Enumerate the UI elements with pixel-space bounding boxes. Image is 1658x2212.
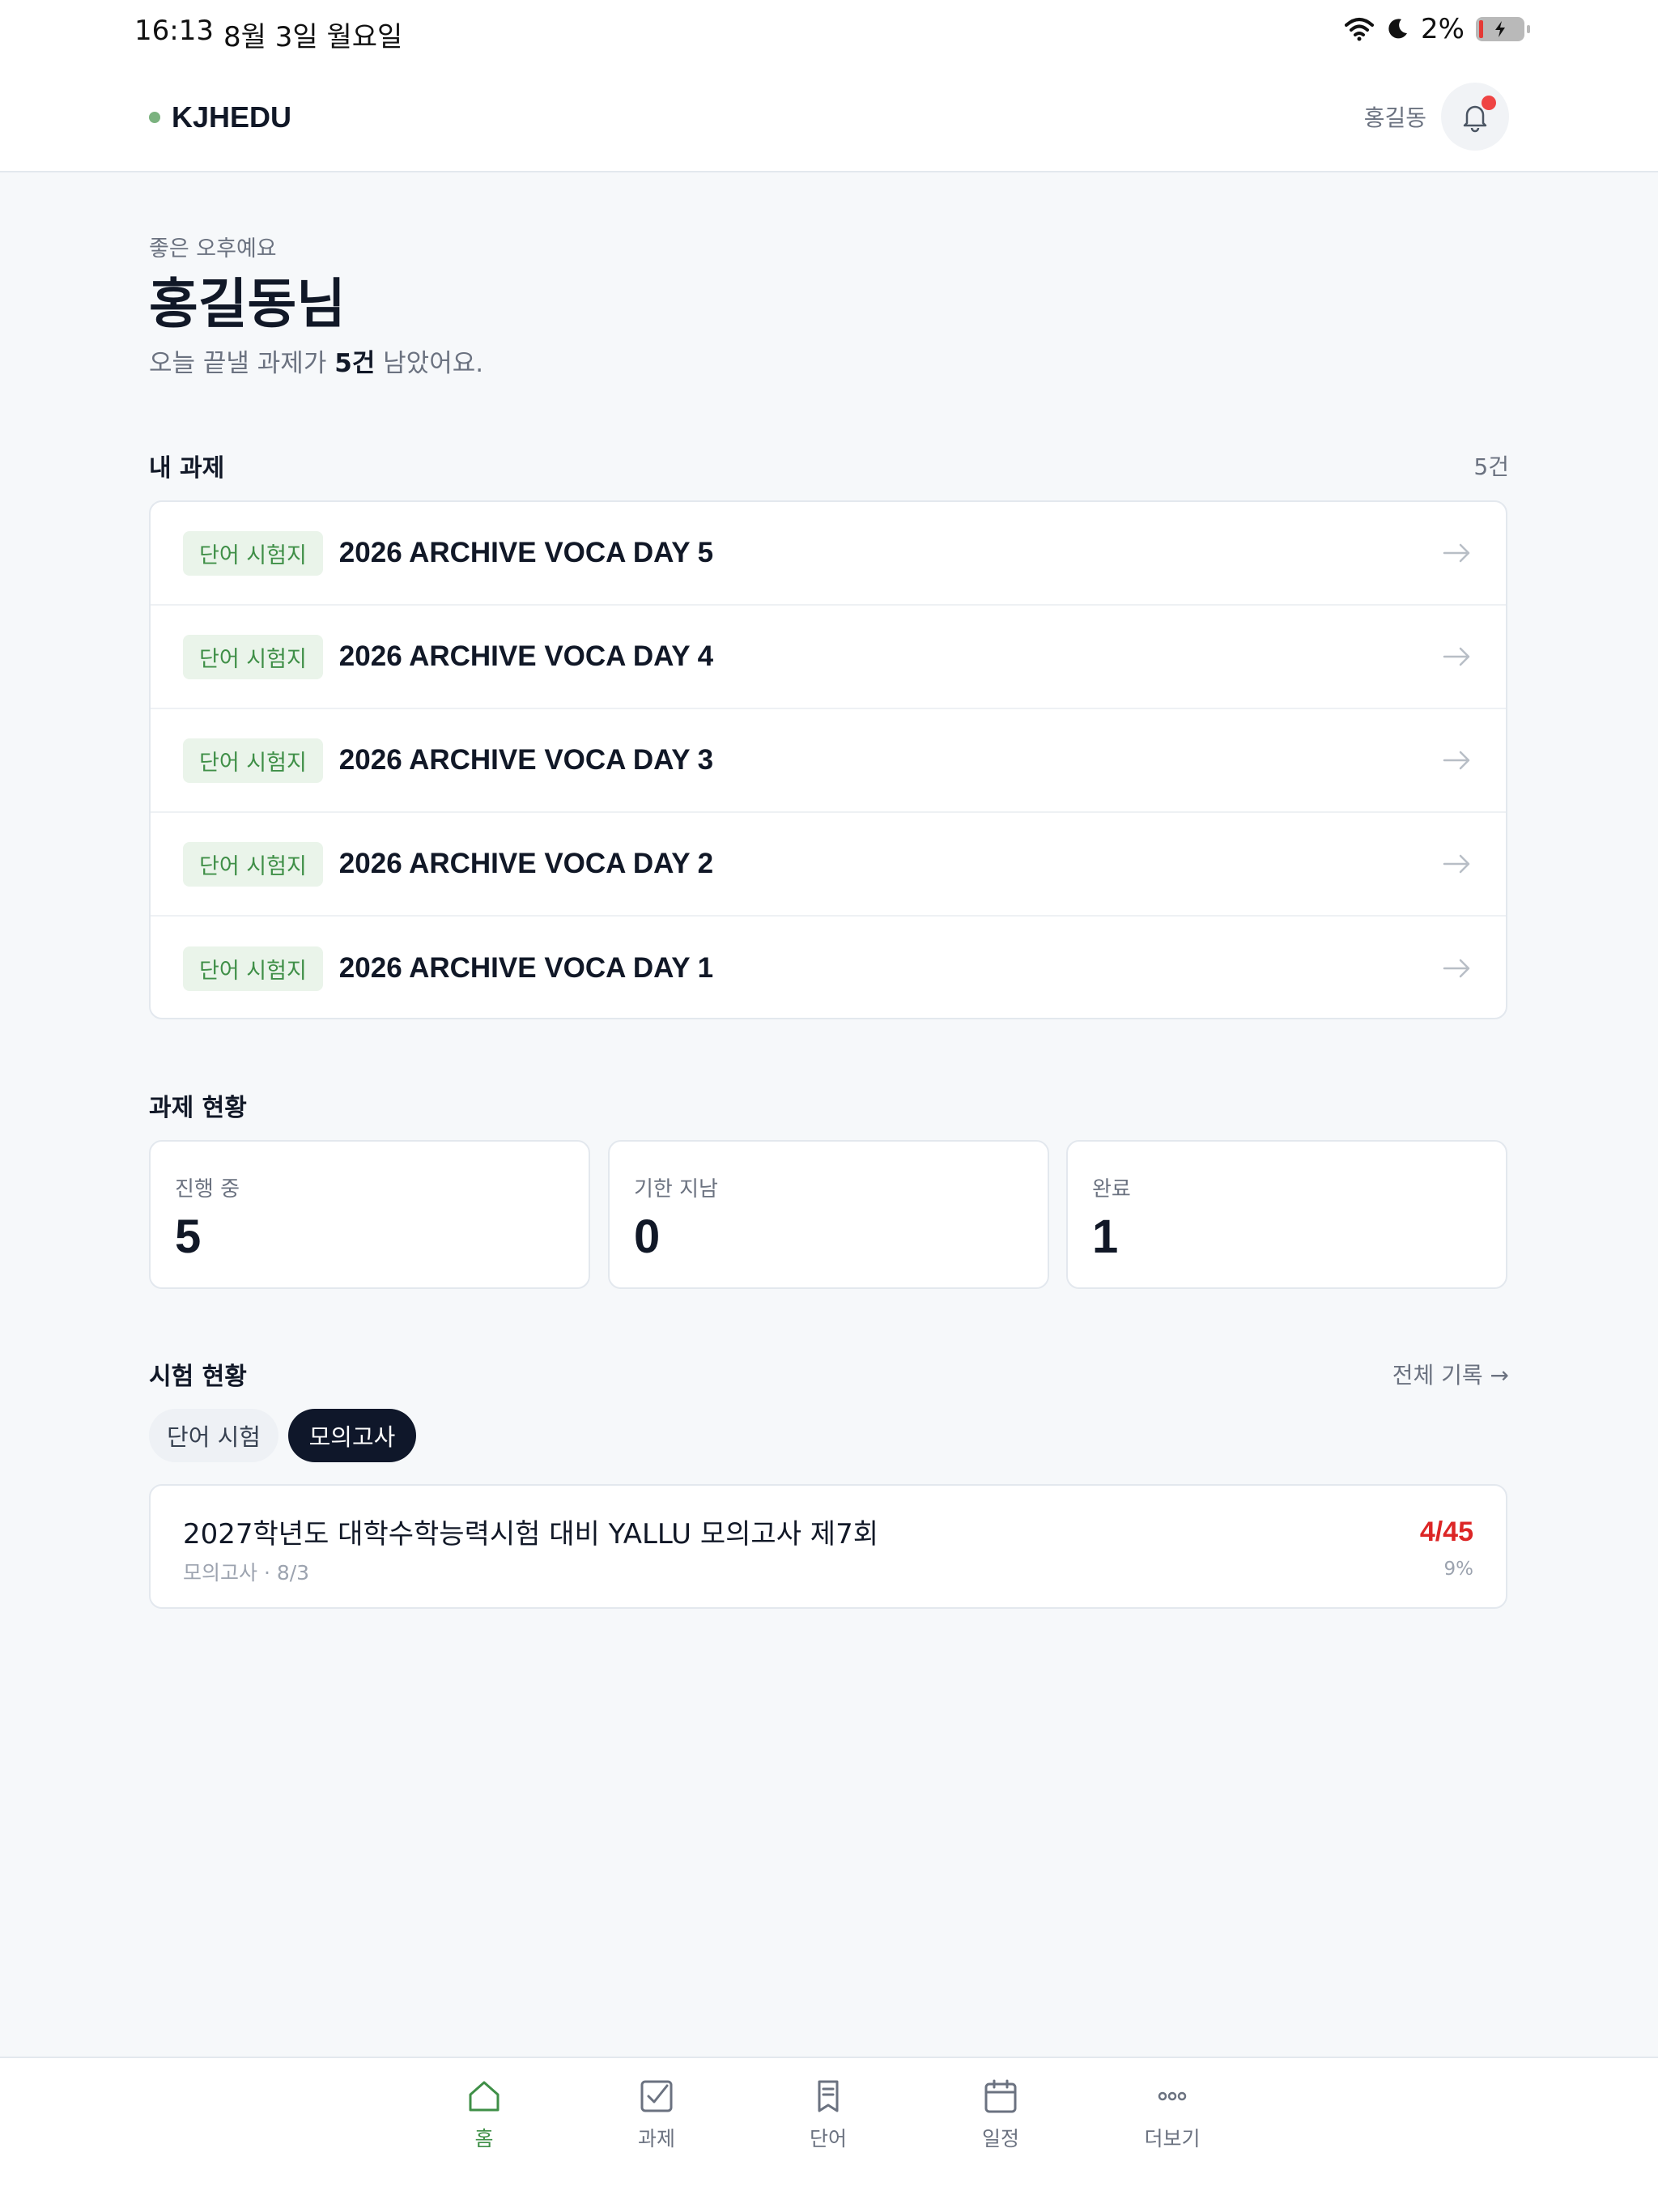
stat-value: 1 (1092, 1210, 1119, 1263)
task-item[interactable]: 단어 시험지 2026 ARCHIVE VOCA DAY 5 (151, 502, 1506, 606)
stat-label: 진행 중 (175, 1177, 240, 1202)
arrow-right-icon (1443, 854, 1470, 874)
greeting-subtitle: 좋은 오후예요 (149, 236, 277, 262)
task-list: 단어 시험지 2026 ARCHIVE VOCA DAY 5 단어 시험지 20… (149, 500, 1507, 1019)
task-item[interactable]: 단어 시험지 2026 ARCHIVE VOCA DAY 3 (151, 709, 1506, 813)
exam-status-title: 시험 현황 (149, 1363, 247, 1391)
exam-meta: 모의고사 · 8/3 (183, 1561, 310, 1585)
tab-label: 과제 (637, 2127, 675, 2150)
tab-label: 홈 (474, 2127, 494, 2150)
tab-vocab-exam[interactable]: 단어 시험 (149, 1409, 278, 1462)
task-item[interactable]: 단어 시험지 2026 ARCHIVE VOCA DAY 2 (151, 813, 1506, 917)
task-status-title: 과제 현황 (149, 1094, 247, 1122)
exam-percent: 9% (1443, 1559, 1474, 1580)
task-tag: 단어 시험지 (183, 738, 323, 783)
task-item[interactable]: 단어 시험지 2026 ARCHIVE VOCA DAY 1 (151, 917, 1506, 1018)
moon-icon (1388, 19, 1408, 39)
task-tag: 단어 시험지 (183, 841, 323, 887)
tasks-count: 5건 (1473, 453, 1509, 480)
bookmark-icon (818, 2080, 839, 2112)
status-date: 8월 3일 월요일 (223, 21, 403, 53)
wifi-icon (1345, 18, 1375, 41)
arrow-right-icon (1443, 543, 1470, 563)
stat-label: 기한 지남 (634, 1177, 718, 1202)
task-title: 2026 ARCHIVE VOCA DAY 2 (338, 848, 714, 879)
arrow-right-icon (1443, 959, 1470, 978)
stat-overdue[interactable]: 기한 지남 0 (608, 1140, 1049, 1289)
user-name[interactable]: 홍길동 (1364, 100, 1426, 133)
stat-in-progress[interactable]: 진행 중 5 (149, 1140, 590, 1289)
task-title: 2026 ARCHIVE VOCA DAY 4 (338, 640, 714, 672)
tab-mock-exam[interactable]: 모의고사 (288, 1409, 416, 1462)
notification-badge (1482, 96, 1496, 110)
user-area: 홍길동 (1364, 83, 1509, 151)
brand-logo[interactable]: KJHEDU (149, 100, 291, 134)
notification-button[interactable] (1441, 83, 1509, 151)
stat-label: 완료 (1092, 1177, 1131, 1202)
all-records-link[interactable]: 전체 기록 → (1392, 1358, 1509, 1390)
exam-title: 2027학년도 대학수학능력시험 대비 YALLU 모의고사 제7회 (183, 1518, 878, 1551)
brand-name: KJHEDU (172, 100, 292, 134)
stat-value: 5 (175, 1210, 202, 1263)
tab-home[interactable]: 홈 (427, 2078, 541, 2152)
greeting-msg-count: 5건 (334, 349, 376, 378)
more-icon (1158, 2091, 1187, 2101)
tab-more[interactable]: 더보기 (1116, 2078, 1229, 2152)
greeting-msg-suffix: 남았어요. (375, 349, 484, 378)
greeting-message: 오늘 끝낼 과제가 5건 남았어요. (149, 342, 483, 379)
exam-score: 4/45 (1419, 1516, 1473, 1547)
task-title: 2026 ARCHIVE VOCA DAY 3 (338, 744, 714, 776)
calendar-icon (984, 2079, 1017, 2113)
status-time: 16:13 (134, 15, 214, 47)
battery-icon (1476, 17, 1530, 41)
top-bar: 16:13 8월 3일 월요일 2% KJHEDU 홍길동 (0, 0, 1658, 172)
exam-item[interactable]: 2027학년도 대학수학능력시험 대비 YALLU 모의고사 제7회 모의고사 … (149, 1484, 1507, 1609)
status-indicators: 2% (1345, 13, 1530, 45)
arrow-right-icon (1443, 647, 1470, 666)
task-tag: 단어 시험지 (183, 946, 323, 991)
tab-label: 더보기 (1144, 2127, 1201, 2150)
tab-schedule[interactable]: 일정 (944, 2078, 1057, 2152)
arrow-right-icon (1443, 751, 1470, 770)
stat-completed[interactable]: 완료 1 (1066, 1140, 1507, 1289)
task-title: 2026 ARCHIVE VOCA DAY 5 (338, 537, 714, 568)
tab-label: 단어 (809, 2127, 847, 2150)
tasks-section-title: 내 과제 (149, 454, 225, 483)
bottom-tab-bar: 홈 과제 단어 일정 더보기 (0, 2057, 1658, 2212)
stat-value: 0 (634, 1210, 661, 1263)
task-tag: 단어 시험지 (183, 530, 323, 576)
brand-dot (149, 112, 160, 123)
checkbox-icon (640, 2080, 673, 2112)
tab-label: 일정 (981, 2127, 1019, 2150)
tab-tasks[interactable]: 과제 (600, 2078, 713, 2152)
task-item[interactable]: 단어 시험지 2026 ARCHIVE VOCA DAY 4 (151, 606, 1506, 709)
task-tag: 단어 시험지 (183, 634, 323, 679)
home-icon (469, 2081, 500, 2112)
greeting-msg-prefix: 오늘 끝낼 과제가 (149, 349, 335, 378)
greeting-title: 홍길동님 (149, 273, 346, 335)
battery-percent: 2% (1421, 13, 1465, 45)
tab-vocab[interactable]: 단어 (772, 2078, 885, 2152)
task-title: 2026 ARCHIVE VOCA DAY 1 (338, 952, 714, 984)
